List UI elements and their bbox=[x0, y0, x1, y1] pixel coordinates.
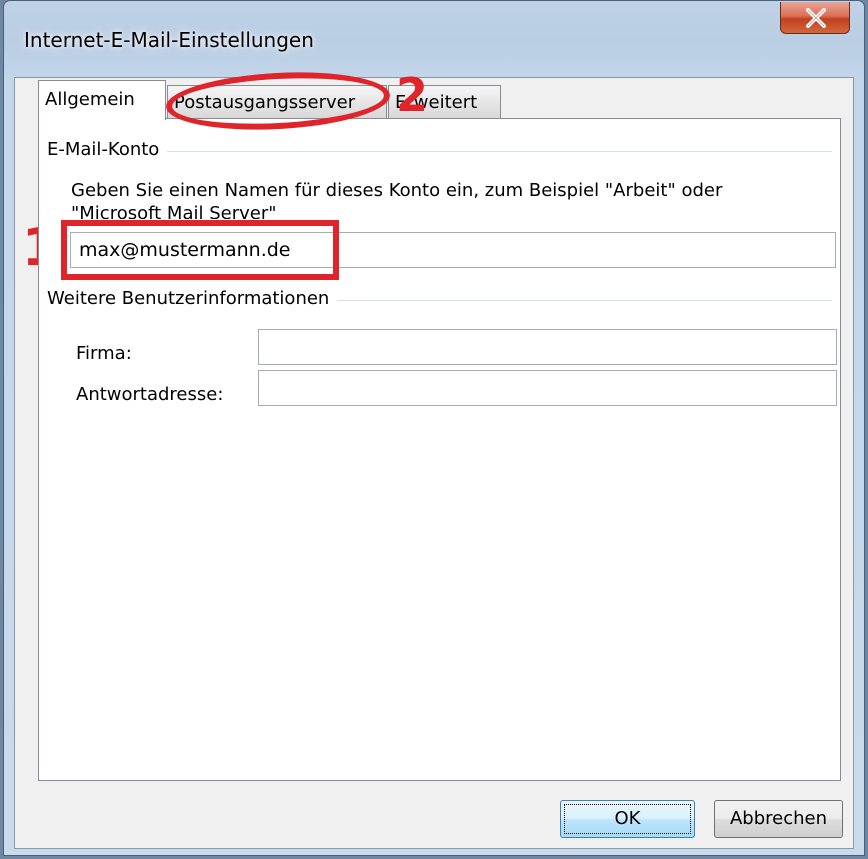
tab-allgemein[interactable]: Allgemein bbox=[38, 80, 166, 120]
cancel-button-label: Abbrechen bbox=[729, 808, 828, 829]
dialog-window: Internet-E-Mail-Einstellungen Allgemein … bbox=[3, 0, 865, 856]
group-title-email-account: E-Mail-Konto bbox=[47, 139, 168, 160]
close-button[interactable] bbox=[780, 2, 850, 34]
firma-label: Firma: bbox=[76, 343, 132, 364]
account-description-line2: "Microsoft Mail Server" bbox=[71, 203, 277, 219]
ok-button[interactable]: OK bbox=[560, 800, 695, 838]
title-bar[interactable]: Internet-E-Mail-Einstellungen bbox=[4, 1, 864, 77]
tab-allgemein-label: Allgemein bbox=[45, 89, 135, 110]
tab-panel-allgemein: E-Mail-Konto Geben Sie einen Namen für d… bbox=[38, 118, 841, 781]
close-icon bbox=[806, 8, 826, 28]
dialog-client-area: Allgemein Postausgangsserver Erweitert E… bbox=[14, 77, 854, 849]
cancel-button[interactable]: Abbrechen bbox=[714, 800, 843, 838]
antwortadresse-input[interactable] bbox=[258, 370, 837, 406]
window-title: Internet-E-Mail-Einstellungen bbox=[24, 28, 314, 52]
group-title-user-info: Weitere Benutzerinformationen bbox=[47, 288, 338, 309]
focus-rectangle bbox=[564, 804, 691, 834]
antwortadresse-label: Antwortadresse: bbox=[76, 384, 224, 405]
annotation-rect-account bbox=[61, 220, 339, 280]
firma-input[interactable] bbox=[258, 329, 837, 365]
account-description-line1: Geben Sie einen Namen für dieses Konto e… bbox=[71, 180, 723, 201]
annotation-number-2: 2 bbox=[396, 68, 429, 122]
